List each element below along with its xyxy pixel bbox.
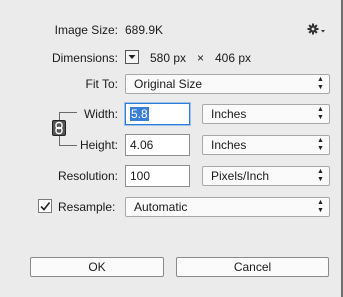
width-input[interactable]: 5.8 <box>125 103 190 125</box>
height-unit-value: Inches <box>211 138 247 152</box>
gear-icon <box>307 23 325 35</box>
fit-to-label: Fit To: <box>85 77 118 91</box>
dimensions-unit-menu-button[interactable] <box>125 50 139 64</box>
resample-value: Automatic <box>134 200 188 214</box>
dimensions-width-value: 580 px <box>150 51 187 65</box>
image-size-value: 689.9K <box>125 23 164 37</box>
height-value: 4.06 <box>130 138 154 152</box>
height-label: Height: <box>79 138 118 152</box>
select-arrows-icon: ▲ ▼ <box>317 106 324 121</box>
resample-select[interactable]: Automatic ▲ ▼ <box>125 197 330 217</box>
resample-label: Resample: <box>58 200 116 214</box>
height-input[interactable]: 4.06 <box>125 134 190 156</box>
width-unit-select[interactable]: Inches ▲ ▼ <box>202 104 330 124</box>
fit-to-value: Original Size <box>134 77 203 91</box>
cancel-button[interactable]: Cancel <box>176 257 329 277</box>
dimensions-times-symbol: × <box>197 51 205 65</box>
resolution-value: 100 <box>130 169 151 183</box>
select-arrows-icon: ▲ ▼ <box>317 168 324 183</box>
dimensions-label: Dimensions: <box>51 51 118 65</box>
width-unit-value: Inches <box>211 107 247 121</box>
constrain-proportions-toggle[interactable] <box>52 120 66 136</box>
resolution-input[interactable]: 100 <box>125 165 190 187</box>
chain-link-icon <box>55 121 63 135</box>
dimensions-height-value: 406 px <box>215 51 252 65</box>
width-label: Width: <box>83 107 118 121</box>
resolution-label: Resolution: <box>57 169 118 183</box>
resample-checkbox[interactable] <box>38 199 52 213</box>
checkmark-icon <box>40 202 51 211</box>
width-value: 5.8 <box>130 107 149 121</box>
height-unit-select[interactable]: Inches ▲ ▼ <box>202 135 330 155</box>
image-size-label: Image Size: <box>54 23 118 37</box>
constrain-bracket-bottom-vertical <box>59 136 60 145</box>
resolution-unit-value: Pixels/Inch <box>211 169 270 183</box>
resolution-unit-select[interactable]: Pixels/Inch ▲ ▼ <box>202 166 330 186</box>
constrain-bracket-top-vertical <box>59 112 60 120</box>
select-arrows-icon: ▲ ▼ <box>317 199 324 214</box>
chevron-down-icon <box>321 30 325 33</box>
ok-button[interactable]: OK <box>30 257 164 277</box>
chevron-down-icon <box>128 55 136 59</box>
select-arrows-icon: ▲ ▼ <box>317 137 324 152</box>
select-arrows-icon: ▲ ▼ <box>317 76 324 91</box>
fit-to-select[interactable]: Original Size ▲ ▼ <box>125 74 330 94</box>
settings-gear-button[interactable] <box>306 21 328 37</box>
